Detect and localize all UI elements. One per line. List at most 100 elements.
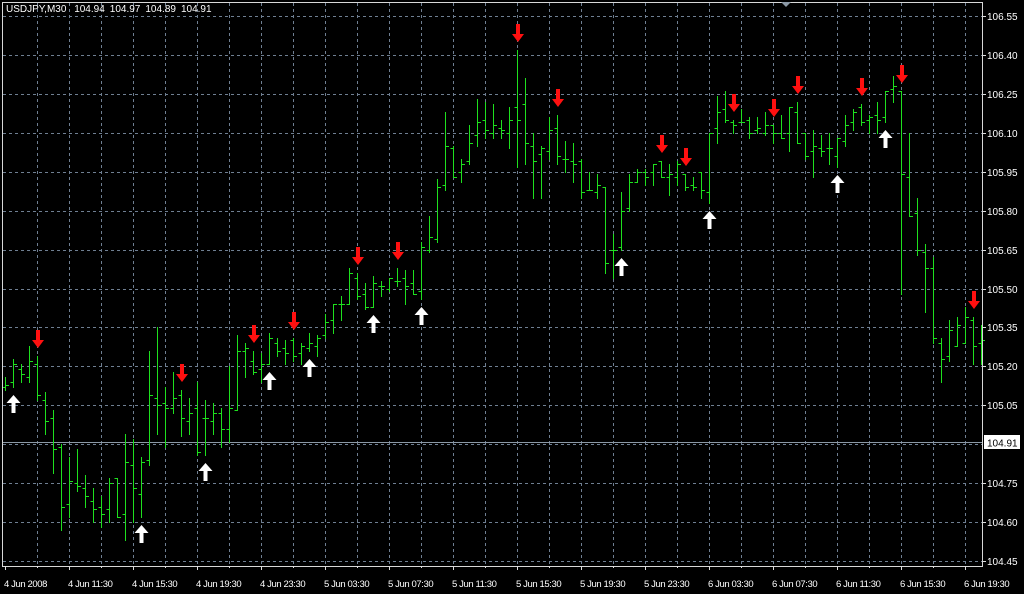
ohlc-bar: [370, 276, 377, 308]
ohlc-bar: [122, 434, 129, 541]
buy-arrow-icon: [262, 372, 277, 390]
ohlc-bar: [554, 115, 561, 165]
ohlc-bar: [570, 143, 577, 183]
buy-arrow-icon: [134, 525, 149, 543]
ohlc-bar: [154, 327, 161, 435]
ohlc-bar: [442, 112, 449, 191]
time-axis-label: 4 Jun 23:30: [260, 579, 305, 590]
ohlc-bar: [770, 125, 777, 144]
price-axis-label: 105.95: [987, 168, 1018, 179]
ohlc-bar: [322, 314, 329, 339]
time-axis-label: 5 Jun 19:30: [580, 579, 625, 590]
ohlc-bar: [386, 278, 393, 292]
ohlc-bar: [674, 161, 681, 186]
time-axis-label: 5 Jun 11:30: [452, 579, 497, 590]
ohlc-bar: [202, 400, 209, 456]
time-axis-label: 6 Jun 03:30: [708, 579, 753, 590]
ohlc-bar: [274, 338, 281, 357]
ohlc-bar: [2, 377, 9, 391]
time-axis-label: 4 Jun 11:30: [68, 579, 113, 590]
ohlc-bar: [10, 359, 17, 388]
ohlc-bar: [34, 356, 41, 401]
price-axis-label: 105.20: [987, 362, 1018, 373]
price-axis-label: 105.35: [987, 323, 1018, 334]
ohlc-bar: [778, 115, 785, 139]
price-axis-label: 104.75: [987, 479, 1018, 490]
ohlc-bar: [834, 138, 841, 168]
time-axis-label: 6 Jun 07:30: [772, 579, 817, 590]
ohlc-bar: [882, 91, 889, 123]
time-axis-label: 6 Jun 11:30: [836, 579, 881, 590]
ohlc-bar: [642, 169, 649, 186]
time-axis-label: 6 Jun 19:30: [964, 579, 1009, 590]
ohlc-bar: [698, 172, 705, 199]
ohlc-bar: [866, 115, 873, 134]
ohlc-bar: [786, 107, 793, 152]
ohlc-bar: [850, 109, 857, 131]
ohlc-bar: [290, 338, 297, 362]
ohlc-bar: [738, 109, 745, 123]
sell-arrow-icon: [656, 135, 668, 153]
ohlc-bar: [970, 317, 977, 365]
sell-arrow-icon: [856, 78, 868, 96]
ohlc-bar: [810, 130, 817, 178]
ohlc-bar: [922, 244, 929, 313]
ohlc-bar: [74, 449, 81, 492]
ohlc-bar: [402, 270, 409, 305]
chart-header: USDJPY,M30 104.94 104.97 104.89 104.91: [6, 4, 217, 15]
ohlc-bar: [266, 333, 273, 365]
ohlc-bar: [714, 96, 721, 144]
ohlc-bar: [466, 125, 473, 165]
current-price-label: 104.91: [987, 439, 1018, 450]
ohlc-bar: [306, 333, 313, 352]
ohlc-bar: [682, 174, 689, 191]
ohlc-bar: [450, 146, 457, 178]
ohlc-bar: [114, 478, 121, 518]
ohlc-bar: [186, 398, 193, 435]
ohlc-bar: [226, 366, 233, 443]
ohlc-bar: [66, 457, 73, 518]
ohlc-bar: [298, 343, 305, 365]
ohlc-bar: [410, 270, 417, 295]
ohlc-bar: [762, 112, 769, 136]
ohlc-bar: [234, 335, 241, 411]
time-axis-label: 5 Jun 03:30: [324, 579, 369, 590]
price-axis-label: 105.05: [987, 401, 1018, 412]
ohlc-bar: [978, 325, 985, 365]
time-axis-label: 5 Jun 23:30: [644, 579, 689, 590]
buy-arrow-icon: [878, 130, 893, 148]
price-axis-label: 106.25: [987, 90, 1018, 101]
ohlc-bar: [210, 403, 217, 435]
ohlc-bar: [58, 444, 65, 531]
ohlc-bar: [362, 283, 369, 310]
price-chart[interactable]: 106.55 106.40 106.25 106.10 105.95 105.80 105.…: [0, 0, 1024, 594]
ohlc-bar: [962, 307, 969, 344]
ohlc-bar: [346, 268, 353, 305]
sell-arrow-icon: [896, 65, 908, 83]
price-axis-label: 106.55: [987, 12, 1018, 23]
ohlc-bar: [914, 198, 921, 256]
ohlc-bar: [730, 120, 737, 134]
ohlc-bar: [610, 234, 617, 279]
ohlc-bar: [794, 102, 801, 144]
buy-arrow-icon: [6, 395, 21, 413]
ohlc-bar: [626, 174, 633, 212]
ohlc-bar: [618, 192, 625, 251]
price-axis-label: 105.65: [987, 246, 1018, 257]
ohlc-bar: [898, 91, 905, 295]
sell-arrow-icon: [768, 99, 780, 117]
sell-arrow-icon: [352, 247, 364, 265]
ohlc-bar: [802, 133, 809, 160]
ohlc-bar: [746, 117, 753, 139]
ohlc-bar: [826, 133, 833, 165]
grid: [3, 3, 982, 566]
ohlc-bar: [578, 159, 585, 199]
ohlc-bar: [178, 390, 185, 437]
ohlc-bar: [394, 268, 401, 287]
chart-shift-marker-icon: [781, 2, 791, 7]
ohlc-bar: [106, 478, 113, 523]
price-axis-label: 106.40: [987, 51, 1018, 62]
time-axis-label: 4 Jun 2008: [4, 579, 47, 590]
ohlc-bar: [250, 351, 257, 375]
low-price: 104.89: [145, 4, 176, 15]
